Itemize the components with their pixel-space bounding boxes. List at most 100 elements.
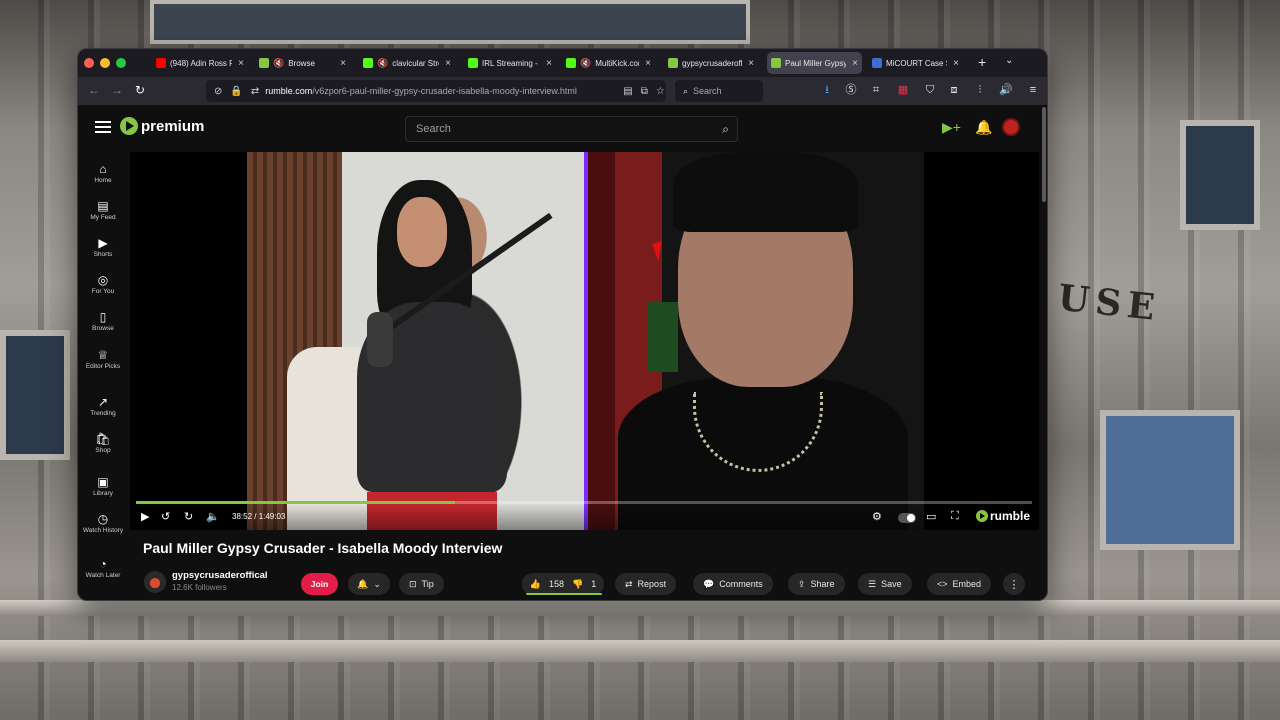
close-tab-icon[interactable]: × — [852, 58, 858, 69]
sidebar-item-shorts[interactable]: ▶ Shorts — [78, 235, 128, 259]
zoom-window-button[interactable] — [116, 58, 126, 68]
forward-arrow-icon[interactable]: → — [111, 83, 123, 97]
theater-mode-icon[interactable]: ▭ — [926, 510, 936, 523]
sidebar-item-watch-later[interactable]: ◔ Watch Later — [78, 556, 128, 580]
sidebar-item-my-feed[interactable]: ▤ My Feed — [78, 198, 128, 222]
sidebar-item-home[interactable]: ⌂ Home — [78, 161, 128, 185]
hamburger-menu-icon[interactable] — [95, 121, 111, 133]
rumble-icon — [259, 58, 269, 68]
muted-speaker-icon[interactable]: 🔇 — [377, 58, 388, 69]
like-count[interactable]: 158 — [549, 579, 564, 589]
sidebar-item-browse[interactable]: ▯ Browse — [78, 309, 128, 333]
close-tab-icon[interactable]: × — [953, 58, 959, 69]
menu-icon[interactable]: ≡ — [1026, 83, 1040, 97]
picture-in-picture-icon[interactable]: ⧉ — [641, 86, 648, 97]
close-tab-icon[interactable]: × — [748, 58, 754, 69]
sidebar-item-editor-picks[interactable]: ♕ Editor Picks — [78, 347, 128, 371]
play-icon[interactable]: ▶ — [141, 510, 149, 523]
downloads-icon[interactable]: ⭳ — [820, 83, 834, 97]
sidebar-item-label: Home — [94, 177, 112, 184]
browser-search-input[interactable]: ⌕ Search — [675, 80, 763, 102]
thumbs-up-icon[interactable]: 👍 — [530, 579, 541, 590]
minimize-window-button[interactable] — [100, 58, 110, 68]
rumble-icon — [771, 58, 781, 68]
sidebar-item-trending[interactable]: ↗ Trending — [78, 394, 128, 418]
sidebar-item-label: Watch Later — [85, 572, 121, 579]
sidebar-item-for-you[interactable]: ◎ For You — [78, 272, 128, 296]
extension-badge-icon[interactable]: ▦ — [896, 83, 910, 97]
tab-8[interactable]: MiCOURT Case Se × — [868, 52, 963, 74]
back-arrow-icon[interactable]: ← — [88, 83, 100, 97]
tracking-protection-icon[interactable]: ⊘ — [214, 86, 222, 97]
rewind-icon[interactable]: ↺ — [161, 510, 170, 523]
reader-view-icon[interactable]: ▤ — [623, 86, 632, 97]
equalizer-icon[interactable]: ⫶ — [973, 83, 987, 97]
sidebar-item-watch-history[interactable]: ◷ Watch History — [78, 511, 128, 535]
bookmark-star-icon[interactable]: ☆ — [656, 86, 665, 97]
settings-gear-icon[interactable]: ⚙ — [872, 510, 882, 523]
video-player[interactable]: ▶ ↺ ↻ 🔈 38:52 / 1:49:03 ⚙ ▭ ⛶ rumble — [130, 152, 1039, 530]
notification-dropdown[interactable]: 🔔 ⌄ — [348, 573, 390, 595]
follower-count: 12.6K followers — [172, 583, 227, 592]
join-button[interactable]: Join — [301, 573, 338, 595]
channel-avatar[interactable] — [144, 571, 166, 593]
site-search-input[interactable]: Search ⌕ — [405, 116, 738, 142]
channel-name[interactable]: gypsycrusaderoffical — [172, 570, 268, 581]
repost-button[interactable]: ⇄ Repost — [615, 573, 677, 595]
url-text[interactable]: rumble.com/v6zpor6-paul-miller-gypsy-cru… — [265, 86, 615, 96]
more-options-icon[interactable]: ⋮ — [1003, 573, 1025, 595]
fullscreen-icon[interactable]: ⛶ — [951, 510, 959, 523]
tab-5[interactable]: 🔇 MultiKick.com × — [562, 52, 655, 74]
tip-button[interactable]: ⊡ Tip — [399, 573, 444, 595]
embed-button[interactable]: <> Embed — [927, 573, 992, 595]
lock-icon[interactable]: 🔒 — [230, 86, 242, 97]
volume-icon[interactable]: 🔈 — [206, 510, 220, 523]
user-avatar[interactable] — [1002, 118, 1020, 136]
forward-icon[interactable]: ↻ — [184, 510, 193, 523]
tab-6[interactable]: gypsycrusaderoffi × — [664, 52, 758, 74]
reload-icon[interactable]: ↻ — [135, 83, 145, 97]
tab-title: MultiKick.com — [595, 58, 639, 68]
tab-3[interactable]: 🔇 clavicular Stre × — [359, 52, 455, 74]
shield-icon[interactable]: ⛉ — [923, 83, 937, 97]
close-tab-icon[interactable]: × — [238, 58, 244, 69]
muted-speaker-icon[interactable]: 🔇 — [580, 58, 591, 69]
save-button[interactable]: ☰ Save — [858, 573, 912, 595]
address-bar[interactable]: ⊘ 🔒 ⇄ rumble.com/v6zpor6-paul-miller-gyp… — [206, 80, 666, 102]
tab-1[interactable]: (948) Adin Ross Fi × — [152, 52, 248, 74]
tab-list-chevron-icon[interactable]: ⌄ — [1005, 55, 1013, 66]
close-tab-icon[interactable]: × — [546, 58, 552, 69]
close-window-button[interactable] — [84, 58, 94, 68]
search-icon[interactable]: ⌕ — [722, 122, 729, 137]
player-rumble-logo[interactable]: rumble — [976, 509, 1030, 523]
permissions-icon[interactable]: ⇄ — [251, 86, 259, 97]
extension-s-icon[interactable]: Ⓢ — [844, 83, 858, 97]
notifications-bell-icon[interactable]: 🔔 — [975, 119, 992, 136]
tab-7[interactable]: Paul Miller Gypsy × — [767, 52, 862, 74]
shop-icon: 🛍 — [95, 432, 111, 446]
tab-title: (948) Adin Ross Fi — [170, 58, 233, 68]
upload-video-icon[interactable]: ▶+ — [942, 119, 961, 136]
crop-icon[interactable]: ⌗ — [869, 83, 883, 97]
sidebar-item-shop[interactable]: 🛍 Shop — [78, 431, 128, 455]
new-tab-icon[interactable]: + — [978, 54, 986, 70]
home-icon: ⌂ — [99, 162, 107, 176]
autoplay-toggle[interactable] — [898, 513, 916, 523]
comments-button[interactable]: 💬 Comments — [693, 573, 773, 595]
close-tab-icon[interactable]: × — [645, 58, 651, 69]
muted-speaker-icon[interactable]: 🔇 — [273, 58, 284, 69]
share-button[interactable]: ⇪ Share — [788, 573, 845, 595]
puzzle-icon[interactable]: ⧈ — [947, 83, 961, 97]
volume-icon[interactable]: 🔊 — [999, 83, 1013, 97]
bell-icon: 🔔 — [357, 578, 369, 589]
page-scrollbar[interactable] — [1042, 107, 1046, 202]
thumbs-down-icon[interactable]: 👎 — [572, 579, 583, 590]
close-tab-icon[interactable]: × — [340, 58, 346, 69]
dislike-count[interactable]: 1 — [591, 579, 596, 589]
sidebar-item-library[interactable]: ▣ Library — [78, 474, 128, 498]
tab-4[interactable]: IRL Streaming - Li × — [464, 52, 556, 74]
tab-2[interactable]: 🔇 Browse × — [255, 52, 350, 74]
rumble-premium-logo[interactable]: premium — [120, 117, 204, 135]
close-tab-icon[interactable]: × — [445, 58, 451, 69]
tab-title: gypsycrusaderoffi — [682, 58, 743, 68]
